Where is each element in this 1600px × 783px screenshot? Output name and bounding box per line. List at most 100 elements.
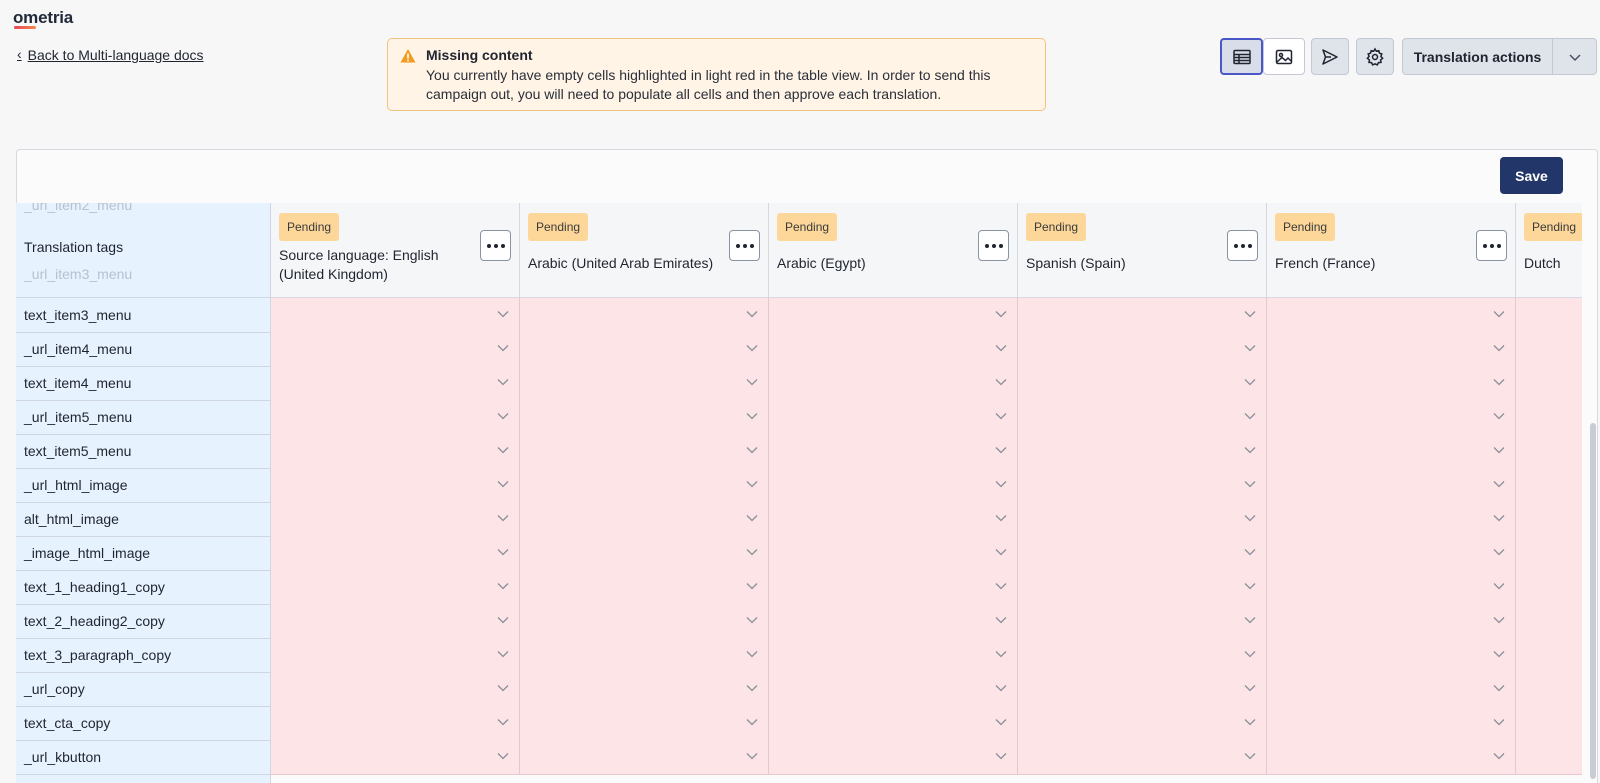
scrollbar[interactable]	[1590, 423, 1596, 779]
translation-cell[interactable]	[1267, 740, 1516, 775]
translation-cell[interactable]	[271, 672, 520, 707]
translation-cell[interactable]	[1267, 434, 1516, 469]
translation-cell[interactable]	[1267, 332, 1516, 367]
translation-cell[interactable]	[1018, 298, 1267, 333]
save-button[interactable]: Save	[1500, 157, 1563, 194]
translation-cell[interactable]	[1516, 570, 1582, 605]
translation-cell[interactable]	[271, 298, 520, 333]
translation-cell[interactable]	[1267, 604, 1516, 639]
chevron-down-icon	[746, 651, 758, 658]
translation-cell[interactable]	[1267, 638, 1516, 673]
translation-cell[interactable]	[1018, 638, 1267, 673]
translation-cell[interactable]	[769, 706, 1018, 741]
translation-cell[interactable]	[520, 468, 769, 503]
translation-cell[interactable]	[271, 468, 520, 503]
translation-cell[interactable]	[1018, 400, 1267, 435]
translation-cell[interactable]	[520, 672, 769, 707]
translation-cell[interactable]	[769, 434, 1018, 469]
translation-cell[interactable]	[1267, 502, 1516, 537]
translation-cell[interactable]	[769, 332, 1018, 367]
translation-cell[interactable]	[1516, 366, 1582, 401]
translation-cell[interactable]	[769, 400, 1018, 435]
translation-actions-button[interactable]: Translation actions	[1402, 38, 1597, 75]
translation-cell[interactable]	[1018, 366, 1267, 401]
translation-cell[interactable]	[1018, 740, 1267, 775]
translation-cell[interactable]	[520, 298, 769, 333]
translation-cell[interactable]	[271, 332, 520, 367]
translation-cell[interactable]	[520, 502, 769, 537]
translation-cell[interactable]	[520, 604, 769, 639]
translation-cell[interactable]	[769, 468, 1018, 503]
translation-cell[interactable]	[1018, 706, 1267, 741]
translation-cell[interactable]	[520, 366, 769, 401]
translation-cell[interactable]	[520, 706, 769, 741]
translation-cell[interactable]	[769, 366, 1018, 401]
translation-cell[interactable]	[520, 740, 769, 775]
translation-cell[interactable]	[271, 740, 520, 775]
translation-cell[interactable]	[1267, 298, 1516, 333]
translation-cell[interactable]	[271, 604, 520, 639]
translation-cell[interactable]	[271, 570, 520, 605]
translation-cell[interactable]	[1267, 468, 1516, 503]
ometria-logo[interactable]: ometria	[13, 8, 73, 28]
translation-cell[interactable]	[1267, 706, 1516, 741]
translation-cell[interactable]	[520, 400, 769, 435]
translation-cell[interactable]	[520, 332, 769, 367]
translation-cell[interactable]	[769, 298, 1018, 333]
translation-cell[interactable]	[1018, 332, 1267, 367]
translation-cell[interactable]	[271, 400, 520, 435]
translation-cell[interactable]	[1516, 468, 1582, 503]
translation-cell[interactable]	[271, 638, 520, 673]
translation-cell[interactable]	[1267, 400, 1516, 435]
column-more-button[interactable]	[480, 230, 511, 261]
translation-cell[interactable]	[271, 706, 520, 741]
translation-cell[interactable]	[1516, 332, 1582, 367]
translation-cell[interactable]	[271, 366, 520, 401]
translation-cell[interactable]	[769, 638, 1018, 673]
back-link[interactable]: ‹ Back to Multi-language docs	[17, 46, 204, 63]
translation-cell[interactable]	[520, 638, 769, 673]
translation-cell[interactable]	[520, 434, 769, 469]
translation-cell[interactable]	[1018, 536, 1267, 571]
translation-cell[interactable]	[1018, 434, 1267, 469]
translation-cell[interactable]	[1018, 672, 1267, 707]
column-more-button[interactable]	[978, 230, 1009, 261]
translation-cell[interactable]	[769, 570, 1018, 605]
translation-actions-dropdown[interactable]	[1553, 47, 1596, 67]
translation-cell[interactable]	[520, 570, 769, 605]
settings-button[interactable]	[1356, 38, 1394, 75]
translation-cell[interactable]	[769, 536, 1018, 571]
translation-cell[interactable]	[1516, 672, 1582, 707]
translation-cell[interactable]	[1018, 468, 1267, 503]
translation-cell[interactable]	[271, 536, 520, 571]
translation-cell[interactable]	[520, 536, 769, 571]
translation-cell[interactable]	[1267, 536, 1516, 571]
translation-cell[interactable]	[271, 502, 520, 537]
column-more-button[interactable]	[729, 230, 760, 261]
translation-cell[interactable]	[769, 672, 1018, 707]
translation-cell[interactable]	[1018, 570, 1267, 605]
translation-cell[interactable]	[1516, 502, 1582, 537]
translation-cell[interactable]	[1516, 400, 1582, 435]
translation-cell[interactable]	[1516, 706, 1582, 741]
translation-cell[interactable]	[769, 502, 1018, 537]
translation-cell[interactable]	[1267, 570, 1516, 605]
translation-cell[interactable]	[1267, 366, 1516, 401]
translation-cell[interactable]	[1267, 672, 1516, 707]
translation-cell[interactable]	[769, 604, 1018, 639]
translation-cell[interactable]	[1018, 502, 1267, 537]
column-more-button[interactable]	[1476, 230, 1507, 261]
translation-cell[interactable]	[1516, 740, 1582, 775]
translation-cell[interactable]	[1516, 298, 1582, 333]
translation-cell[interactable]	[1018, 604, 1267, 639]
translation-cell[interactable]	[1516, 638, 1582, 673]
translation-cell[interactable]	[271, 434, 520, 469]
translation-cell[interactable]	[1516, 604, 1582, 639]
translation-cell[interactable]	[769, 740, 1018, 775]
image-preview-button[interactable]	[1263, 38, 1305, 75]
table-view-button[interactable]	[1220, 38, 1263, 75]
translation-cell[interactable]	[1516, 434, 1582, 469]
send-button[interactable]	[1311, 38, 1349, 75]
translation-cell[interactable]	[1516, 536, 1582, 571]
column-more-button[interactable]	[1227, 230, 1258, 261]
